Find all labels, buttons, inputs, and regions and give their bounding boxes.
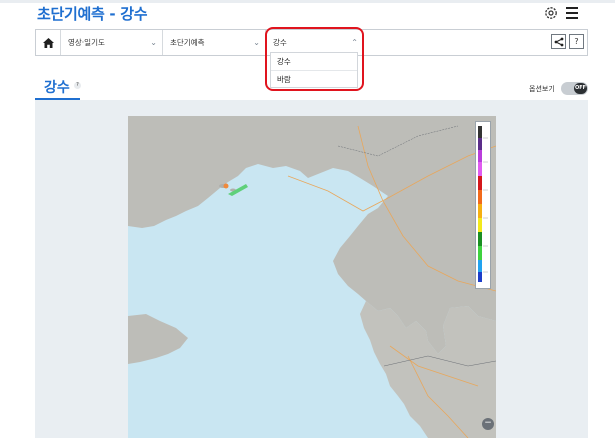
dropdown-highlight-box [265, 27, 364, 91]
chevron-down-icon: ⌄ [253, 38, 260, 47]
share-icon [554, 37, 563, 46]
menu-hamburger-icon[interactable] [566, 7, 578, 19]
share-button[interactable] [551, 34, 566, 49]
page-title: 초단기예측 - 강수 [37, 5, 148, 23]
product-select-value: 초단기예측 [170, 38, 205, 47]
toggle-state-label: OFF [574, 83, 587, 94]
category-select[interactable]: 영상·일기도 ⌄ [61, 30, 163, 55]
home-button[interactable] [36, 30, 61, 55]
options-toggle[interactable]: OFF [561, 82, 588, 95]
category-select-value: 영상·일기도 [68, 38, 105, 47]
help-button[interactable]: ? [569, 34, 584, 49]
precipitation-color-legend [475, 121, 491, 289]
precipitation-map[interactable] [128, 116, 496, 438]
home-icon [42, 37, 54, 48]
settings-gear-icon[interactable] [543, 5, 559, 21]
options-label: 옵션보기 [529, 85, 555, 93]
chevron-down-icon: ⌄ [150, 38, 157, 47]
product-select[interactable]: 초단기예측 ⌄ [163, 30, 266, 55]
help-badge-icon[interactable]: ? [74, 82, 81, 89]
zoom-out-button[interactable]: − [482, 418, 494, 430]
tab-precipitation[interactable]: 강수 [44, 77, 70, 97]
